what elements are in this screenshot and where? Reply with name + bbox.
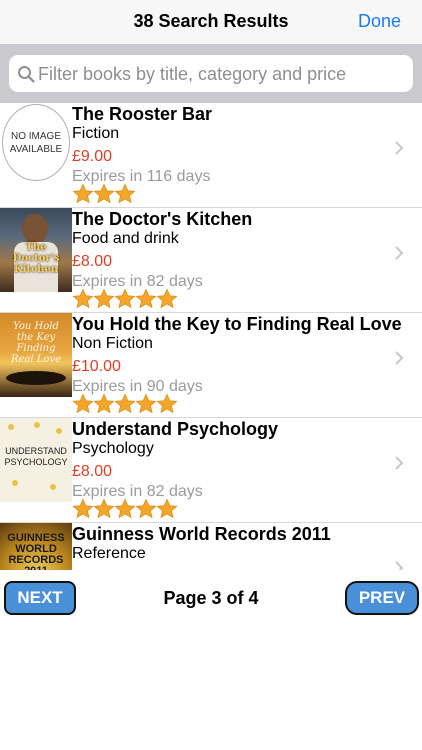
navigation-bar: 38 Search Results Done	[0, 0, 422, 44]
star-rating	[72, 393, 178, 415]
search-results-screen: 38 Search Results Done Filter books by t…	[0, 0, 422, 750]
star-icon	[72, 498, 94, 519]
book-category: Reference	[72, 545, 146, 562]
search-icon	[18, 66, 35, 83]
star-icon	[156, 498, 178, 519]
book-cover-title: You Hold the Key Finding Real Love	[10, 321, 61, 365]
book-title: The Doctor's Kitchen	[72, 209, 253, 229]
book-cover-image: The Doctor's Kitchen	[0, 208, 72, 292]
book-category: Non Fiction	[72, 335, 153, 352]
star-icon	[93, 183, 115, 204]
list-item[interactable]: The Doctor's Kitchen The Doctor's Kitche…	[0, 208, 422, 313]
book-price: £8.00	[72, 463, 113, 480]
star-icon	[93, 393, 115, 414]
list-item[interactable]: You Hold the Key Finding Real Love You H…	[0, 313, 422, 418]
book-price: £10.00	[72, 358, 121, 375]
book-cover-title: GUINNESS WORLD RECORDS 2011	[7, 532, 65, 571]
chevron-right-icon	[395, 141, 404, 155]
chevron-right-icon	[395, 561, 404, 570]
book-price: £8.00	[72, 253, 113, 270]
done-button[interactable]: Done	[358, 11, 401, 32]
star-icon	[72, 288, 94, 309]
book-price: £9.00	[72, 148, 113, 165]
book-category: Food and drink	[72, 230, 179, 247]
book-cover-image: UNDERSTAND PSYCHOLOGY	[0, 418, 72, 502]
search-input[interactable]: Filter books by title, category and pric…	[9, 55, 413, 92]
star-icon	[93, 288, 115, 309]
star-icon	[114, 183, 136, 204]
star-rating	[72, 288, 178, 310]
book-category: Psychology	[72, 440, 154, 457]
list-item[interactable]: UNDERSTAND PSYCHOLOGY Understand Psychol…	[0, 418, 422, 523]
no-image-placeholder: NO IMAGE AVAILABLE	[2, 104, 70, 181]
chevron-right-icon	[395, 456, 404, 470]
book-title: You Hold the Key to Finding Real Love	[72, 314, 402, 334]
book-title: The Rooster Bar	[72, 104, 213, 124]
book-title: Guinness World Records 2011	[72, 524, 331, 544]
book-cover-image: You Hold the Key Finding Real Love	[0, 313, 72, 397]
star-icon	[93, 498, 115, 519]
star-icon	[156, 393, 178, 414]
star-icon	[114, 498, 136, 519]
star-rating	[72, 498, 178, 520]
prev-button[interactable]: PREV	[345, 581, 419, 615]
pagination-bar: NEXT Page 3 of 4 PREV	[0, 570, 422, 750]
star-icon	[135, 288, 157, 309]
chevron-right-icon	[395, 351, 404, 365]
book-category: Fiction	[72, 125, 120, 142]
search-bar: Filter books by title, category and pric…	[0, 44, 422, 103]
list-item[interactable]: GUINNESS WORLD RECORDS 2011 Guinness Wor…	[0, 523, 422, 570]
results-list[interactable]: NO IMAGE AVAILABLE The Rooster Bar Ficti…	[0, 103, 422, 570]
search-placeholder: Filter books by title, category and pric…	[38, 64, 347, 84]
star-icon	[72, 183, 94, 204]
star-icon	[72, 393, 94, 414]
book-cover-title: UNDERSTAND PSYCHOLOGY	[4, 446, 68, 467]
chevron-right-icon	[395, 246, 404, 260]
book-title: Understand Psychology	[72, 419, 279, 439]
star-icon	[114, 393, 136, 414]
book-cover-title: The Doctor's Kitchen	[12, 242, 60, 275]
star-icon	[114, 288, 136, 309]
star-icon	[135, 393, 157, 414]
star-icon	[156, 288, 178, 309]
list-item[interactable]: NO IMAGE AVAILABLE The Rooster Bar Ficti…	[0, 103, 422, 208]
star-rating	[72, 183, 136, 205]
book-cover-image: GUINNESS WORLD RECORDS 2011	[0, 523, 72, 570]
star-icon	[135, 498, 157, 519]
